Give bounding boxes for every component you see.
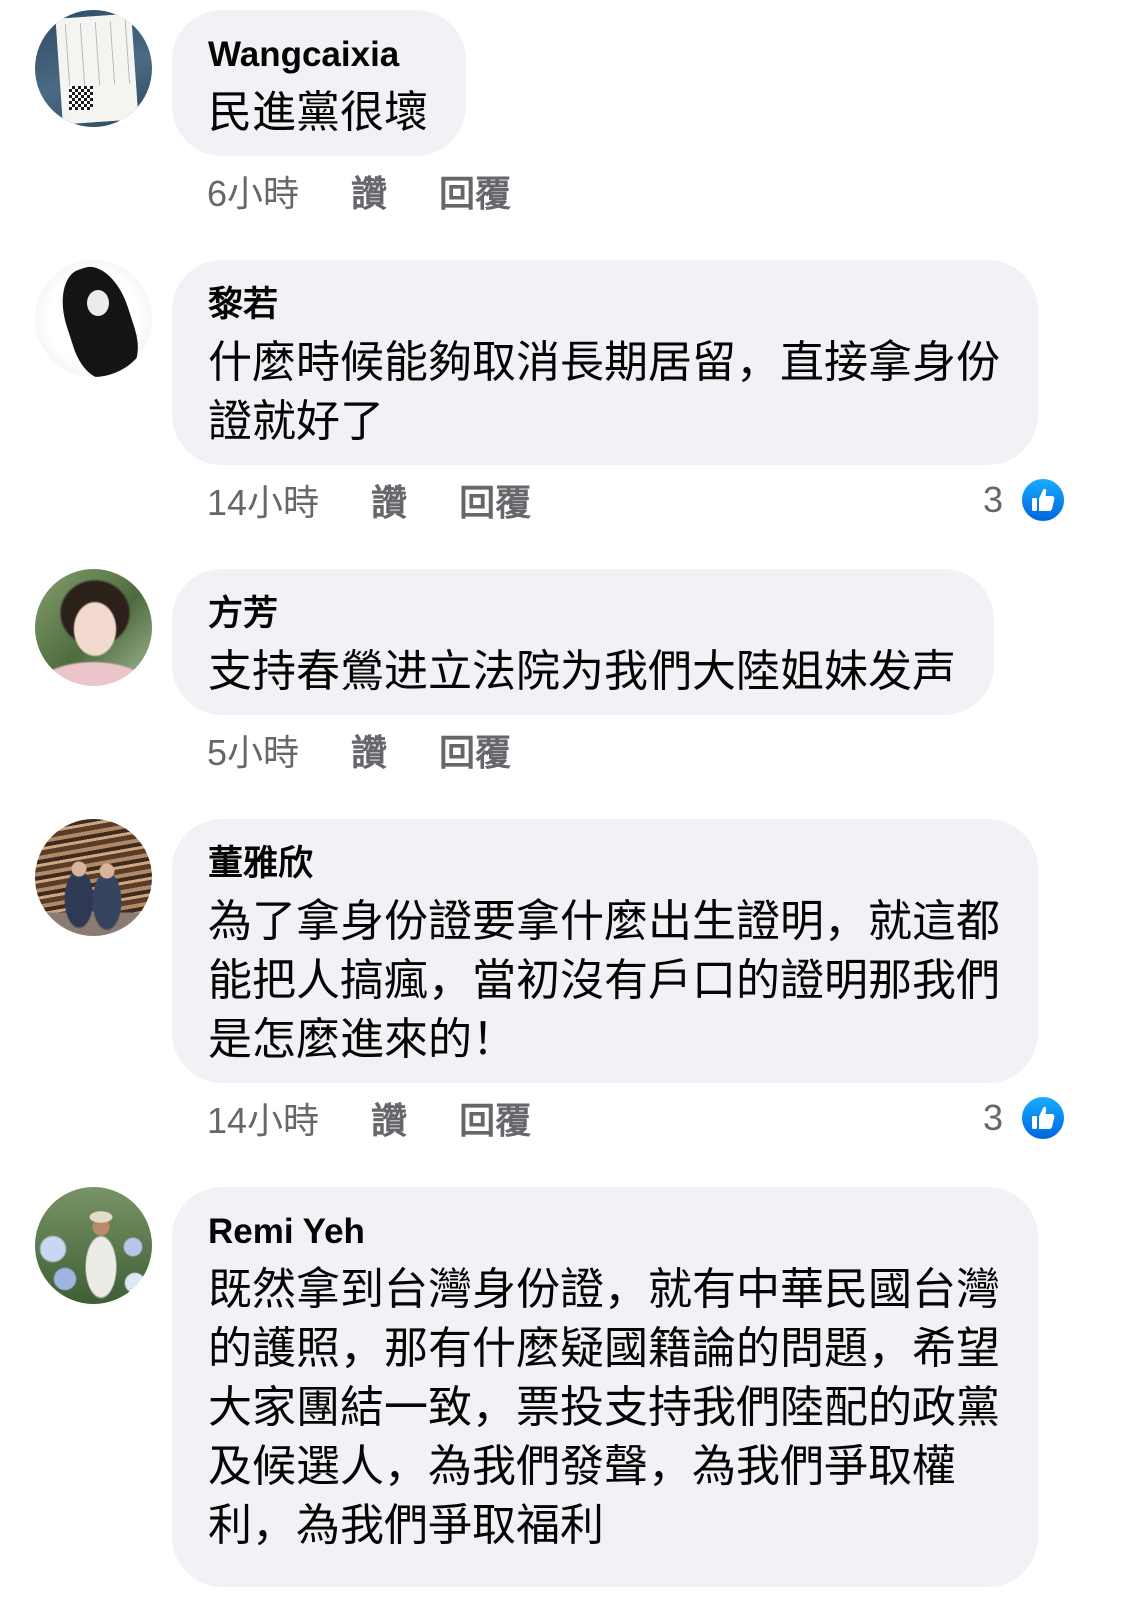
comment-bubble: 董雅欣 為了拿身份證要拿什麼出生證明，就這都 能把人搞瘋，當初沒有戶口的證明那我… [172,819,1038,1083]
timestamp-link[interactable]: 5小時 [207,724,299,776]
reply-button[interactable]: 回覆 [459,474,531,526]
comment-text: 支持春鶯进立法院为我們大陸姐妹发声 [208,642,956,701]
comment: Remi Yeh 既然拿到台灣身份證，就有中華民國台灣 的護照，那有什麼疑國籍論… [0,1187,1125,1587]
comment-text-line: 是怎麼進來的！ [208,1015,516,1064]
comment-text: 民進黨很壞 [208,83,428,142]
author-name[interactable]: 黎若 [208,282,1000,328]
author-name[interactable]: 方芳 [208,591,956,637]
timestamp-link[interactable]: 14小時 [207,1092,319,1144]
comment-body: 董雅欣 為了拿身份證要拿什麼出生證明，就這都 能把人搞瘋，當初沒有戶口的證明那我… [172,819,1066,1141]
author-name[interactable]: 董雅欣 [208,841,1000,887]
like-icon [1020,477,1066,523]
comment-actions: 14小時 讚 回覆 3 [172,1095,1066,1141]
reaction-count: 3 [982,1097,1003,1138]
comment-actions: 6小時 讚 回覆 [172,168,1066,214]
reaction-summary[interactable]: 3 [983,477,1066,523]
timestamp-link[interactable]: 14小時 [207,474,319,526]
reaction-summary[interactable]: 3 [983,1095,1066,1141]
like-button[interactable]: 讚 [371,474,407,526]
author-name[interactable]: Wangcaixia [208,32,428,78]
comment-text-line: 大家團結一致，票投支持我們陸配的政黨 [208,1383,1000,1432]
comment-text-line: 支持春鶯进立法院为我們大陸姐妹发声 [208,647,956,696]
avatar[interactable] [35,260,152,377]
comment-text-line: 什麼時候能夠取消長期居留，直接拿身份 [208,338,1000,387]
comment-text-line: 能把人搞瘋，當初沒有戶口的證明那我們 [208,956,1000,1005]
comment-bubble: Remi Yeh 既然拿到台灣身份證，就有中華民國台灣 的護照，那有什麼疑國籍論… [172,1187,1038,1587]
reply-button[interactable]: 回覆 [459,1092,531,1144]
comment-bubble: Wangcaixia 民進黨很壞 [172,10,466,156]
avatar[interactable] [35,819,152,936]
comment-text-line: 利，為我們爭取福利 [208,1501,604,1550]
avatar[interactable] [35,569,152,686]
timestamp-link[interactable]: 6小時 [207,165,299,217]
like-button[interactable]: 讚 [371,1092,407,1144]
reply-button[interactable]: 回覆 [439,165,511,217]
comment-actions: 14小時 讚 回覆 3 [172,477,1066,523]
comment: 董雅欣 為了拿身份證要拿什麼出生證明，就這都 能把人搞瘋，當初沒有戶口的證明那我… [0,819,1125,1141]
avatar[interactable] [35,10,152,127]
author-name[interactable]: Remi Yeh [208,1209,1000,1255]
comment-text: 既然拿到台灣身份證，就有中華民國台灣 的護照，那有什麼疑國籍論的問題，希望 大家… [208,1260,1000,1555]
comment-text-line: 的護照，那有什麼疑國籍論的問題，希望 [208,1324,1000,1373]
like-button[interactable]: 讚 [351,724,387,776]
like-icon [1020,1095,1066,1141]
reply-button[interactable]: 回覆 [439,724,511,776]
comment-actions: 5小時 讚 回覆 [172,727,1066,773]
comment: Wangcaixia 民進黨很壞 6小時 讚 回覆 [0,10,1125,214]
avatar[interactable] [35,1187,152,1304]
comment-bubble: 黎若 什麼時候能夠取消長期居留，直接拿身份 證就好了 [172,260,1038,465]
comment-text-line: 證就好了 [208,397,384,446]
comment-body: Wangcaixia 民進黨很壞 6小時 讚 回覆 [172,10,1066,214]
comment-text: 什麼時候能夠取消長期居留，直接拿身份 證就好了 [208,333,1000,451]
comment-body: 黎若 什麼時候能夠取消長期居留，直接拿身份 證就好了 14小時 讚 回覆 3 [172,260,1066,523]
comment-text-line: 既然拿到台灣身份證，就有中華民國台灣 [208,1265,1000,1314]
comment-body: 方芳 支持春鶯进立法院为我們大陸姐妹发声 5小時 讚 回覆 [172,569,1066,773]
like-button[interactable]: 讚 [351,165,387,217]
reaction-count: 3 [982,479,1003,520]
comment-text-line: 民進黨很壞 [208,88,428,137]
comment: 方芳 支持春鶯进立法院为我們大陸姐妹发声 5小時 讚 回覆 [0,569,1125,773]
comment-body: Remi Yeh 既然拿到台灣身份證，就有中華民國台灣 的護照，那有什麼疑國籍論… [172,1187,1066,1587]
comment-text: 為了拿身份證要拿什麼出生證明，就這都 能把人搞瘋，當初沒有戶口的證明那我們 是怎… [208,892,1000,1069]
comment-list: Wangcaixia 民進黨很壞 6小時 讚 回覆 黎若 什麼時候能夠取消長期居… [0,0,1125,1587]
comment-text-line: 為了拿身份證要拿什麼出生證明，就這都 [208,897,1000,946]
comment-text-line: 及候選人，為我們發聲，為我們爭取權 [208,1442,956,1491]
comment-bubble: 方芳 支持春鶯进立法院为我們大陸姐妹发声 [172,569,994,715]
comment: 黎若 什麼時候能夠取消長期居留，直接拿身份 證就好了 14小時 讚 回覆 3 [0,260,1125,523]
